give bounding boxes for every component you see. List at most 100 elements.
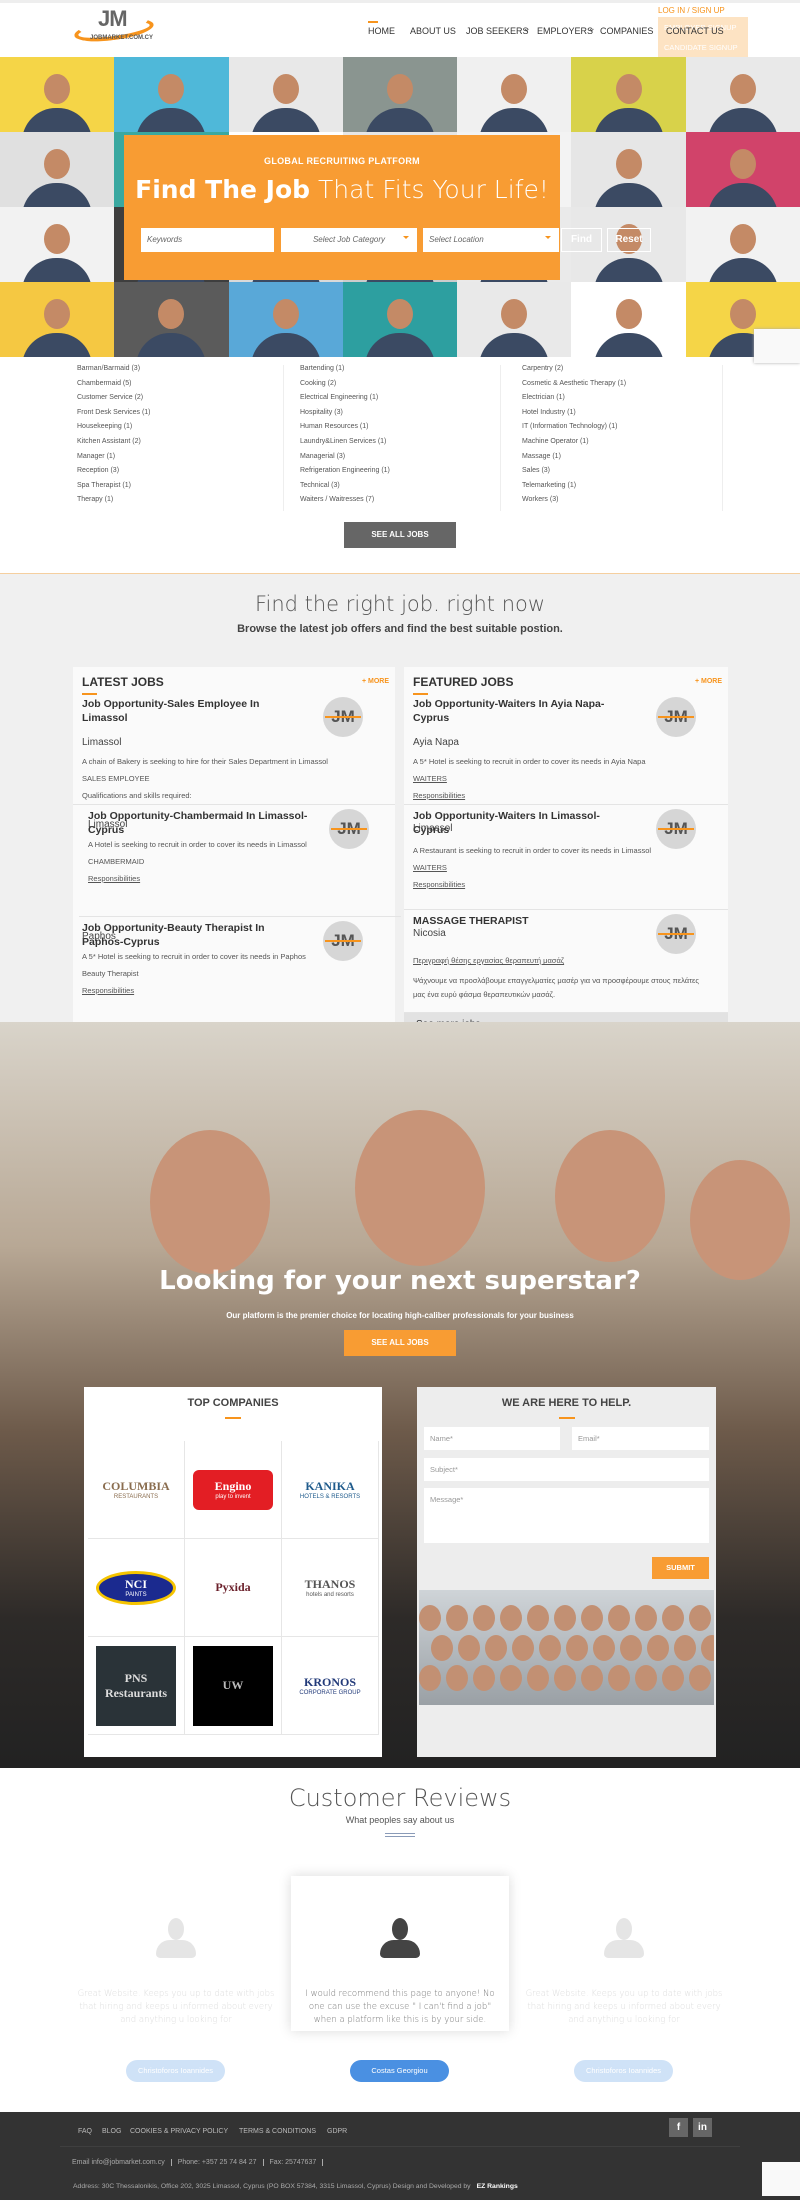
job-listing[interactable]: Job Opportunity-Beauty Therapist In Paph… (73, 917, 395, 1025)
footer-email[interactable]: Email info@jobmarket.com.cy (72, 2159, 172, 2166)
company-logo-tile[interactable]: Engino play to invent (185, 1441, 282, 1539)
category-link[interactable]: Waiters / Waitresses (7) (300, 496, 530, 511)
submit-button[interactable]: SUBMIT (652, 1557, 709, 1579)
category-link[interactable]: Technical (3) (300, 482, 530, 497)
category-link[interactable]: Electrician (1) (522, 394, 752, 409)
company-logo-tile[interactable]: KANIKA HOTELS & RESORTS (282, 1441, 379, 1539)
subject-input[interactable]: Subject* (424, 1458, 709, 1481)
company-logo-tile[interactable]: THANOS hotels and resorts (282, 1539, 379, 1637)
nav-employers[interactable]: EMPLOYERS (537, 26, 593, 36)
category-link[interactable]: Workers (3) (522, 496, 752, 511)
company-logo-tile[interactable]: COLUMBIA RESTAURANTS (88, 1441, 185, 1539)
category-link[interactable]: Bartending (1) (300, 365, 530, 380)
facebook-icon[interactable]: f (669, 2118, 688, 2137)
nav-companies[interactable]: COMPANIES (600, 26, 653, 36)
hero-photo-tile (685, 207, 800, 282)
category-link[interactable]: Chambermaid (5) (77, 380, 307, 395)
candidate-signup[interactable]: CANDIDATE SIGNUP (658, 37, 748, 57)
find-button[interactable]: Find (561, 228, 602, 252)
nav-about[interactable]: ABOUT US (410, 26, 456, 36)
job-listing[interactable]: Job Opportunity-Chambermaid In Limassol-… (79, 805, 401, 917)
category-link[interactable]: Kitchen Assistant (2) (77, 438, 307, 453)
job-title[interactable]: Job Opportunity-Waiters In Ayia Napa-Cyp… (413, 697, 633, 725)
category-link[interactable]: Human Resources (1) (300, 423, 530, 438)
linkedin-icon[interactable]: in (693, 2118, 712, 2137)
category-link[interactable]: Front Desk Services (1) (77, 409, 307, 424)
job-detail[interactable]: Responsibilities (413, 879, 465, 891)
featured-more-link[interactable]: + MORE (695, 678, 722, 685)
nav-contact[interactable]: CONTACT US (666, 26, 724, 36)
hero-photo-tile (228, 282, 343, 357)
footer-link-terms[interactable]: TERMS & CONDITIONS (239, 2128, 316, 2135)
nav-home[interactable]: HOME (368, 21, 395, 36)
company-logo-tile[interactable]: PNS Restaurants (88, 1637, 185, 1735)
category-link[interactable]: Refrigeration Engineering (1) (300, 467, 530, 482)
category-link[interactable]: Cosmetic & Aesthetic Therapy (1) (522, 380, 752, 395)
job-listing[interactable]: Job Opportunity-Waiters In Limassol-Cypr… (404, 805, 728, 910)
keywords-input[interactable]: Keywords (141, 228, 274, 252)
job-listing[interactable]: Job Opportunity-Waiters In Ayia Napa-Cyp… (404, 693, 728, 805)
reviewer-name[interactable]: Christoforos Ioannides (574, 2060, 673, 2082)
job-detail[interactable]: Περιγραφή θέσης εργασίας θεραπευτή μασάζ (413, 955, 564, 967)
job-category-select[interactable]: Select Job Category (281, 228, 417, 252)
name-input[interactable]: Name* (424, 1427, 560, 1450)
latest-more-link[interactable]: + MORE (362, 678, 389, 685)
job-detail[interactable]: WAITERS (413, 773, 447, 785)
job-location: Limassol (413, 823, 453, 834)
category-link[interactable]: Housekeeping (1) (77, 423, 307, 438)
hero-photo-tile (457, 57, 572, 132)
category-link[interactable]: Reception (3) (77, 467, 307, 482)
nav-job-seekers[interactable]: JOB SEEKERS (466, 26, 529, 36)
category-link[interactable]: Managerial (3) (300, 453, 530, 468)
reviewer-name[interactable]: Christoforos Ioannides (126, 2060, 225, 2082)
category-link[interactable]: Carpentry (2) (522, 365, 752, 380)
job-listing[interactable]: MASSAGE THERAPIST JM Nicosia Περιγραφή θέση… (404, 910, 728, 1013)
company-logo: JM (656, 809, 696, 849)
category-link[interactable]: Machine Operator (1) (522, 438, 752, 453)
category-link[interactable]: Sales (3) (522, 467, 752, 482)
company-logo-tile[interactable]: UW (185, 1637, 282, 1735)
crowd-person (419, 1605, 441, 1631)
category-link[interactable]: Therapy (1) (77, 496, 307, 511)
footer-link-cookies[interactable]: COOKIES & PRIVACY POLICY (130, 2128, 228, 2135)
category-link[interactable]: IT (Information Technology) (1) (522, 423, 752, 438)
job-listing[interactable]: Job Opportunity-Sales Employee In Limass… (73, 693, 395, 805)
category-link[interactable]: Telemarketing (1) (522, 482, 752, 497)
job-title[interactable]: MASSAGE THERAPIST (413, 914, 633, 928)
category-link[interactable]: Laundry&Linen Services (1) (300, 438, 530, 453)
location-select[interactable]: Select Location (423, 228, 559, 252)
person-face (150, 1130, 270, 1274)
developer-link[interactable]: EZ Rankings (477, 2183, 518, 2190)
job-detail[interactable]: Responsibilities (82, 985, 134, 997)
logo[interactable]: JM JOBMARKET.COM.CY (72, 6, 174, 46)
category-link[interactable]: Massage (1) (522, 453, 752, 468)
reset-button[interactable]: Reset (607, 228, 651, 252)
job-detail[interactable]: Responsibilities (413, 790, 465, 802)
reviewer-name[interactable]: Costas Georgiou (350, 2060, 449, 2082)
email-input[interactable]: Email* (572, 1427, 709, 1450)
company-logo-tile[interactable]: KRONOS CORPORATE GROUP (282, 1637, 379, 1735)
category-link[interactable]: Customer Service (2) (77, 394, 307, 409)
job-title[interactable]: Job Opportunity-Sales Employee In Limass… (82, 697, 302, 725)
message-textarea[interactable]: Message* (424, 1488, 709, 1543)
company-logo-tile[interactable]: NCI PAINTS (88, 1539, 185, 1637)
footer-link-faq[interactable]: FAQ (78, 2128, 92, 2135)
job-detail[interactable]: WAITERS (413, 862, 447, 874)
see-all-jobs-button[interactable]: SEE ALL JOBS (344, 522, 456, 548)
company-logo-tile[interactable]: Pyxida (185, 1539, 282, 1637)
category-link[interactable]: Barman/Barmaid (3) (77, 365, 307, 380)
category-link[interactable]: Hospitality (3) (300, 409, 530, 424)
recaptcha-badge[interactable] (754, 329, 800, 363)
category-link[interactable]: Cooking (2) (300, 380, 530, 395)
category-link[interactable]: Electrical Engineering (1) (300, 394, 530, 409)
reviews-title: Customer Reviews (288, 1784, 512, 1812)
category-link[interactable]: Hotel Industry (1) (522, 409, 752, 424)
footer-link-gdpr[interactable]: GDPR (327, 2128, 347, 2135)
login-signup-link[interactable]: LOG IN / SIGN UP (658, 6, 725, 15)
category-link[interactable]: Spa Therapist (1) (77, 482, 307, 497)
see-all-jobs-button-2[interactable]: SEE ALL JOBS (344, 1330, 456, 1356)
job-detail[interactable]: Responsibilities (88, 873, 140, 885)
recaptcha-badge[interactable] (762, 2162, 800, 2196)
footer-link-blog[interactable]: BLOG (102, 2128, 121, 2135)
category-link[interactable]: Manager (1) (77, 453, 307, 468)
